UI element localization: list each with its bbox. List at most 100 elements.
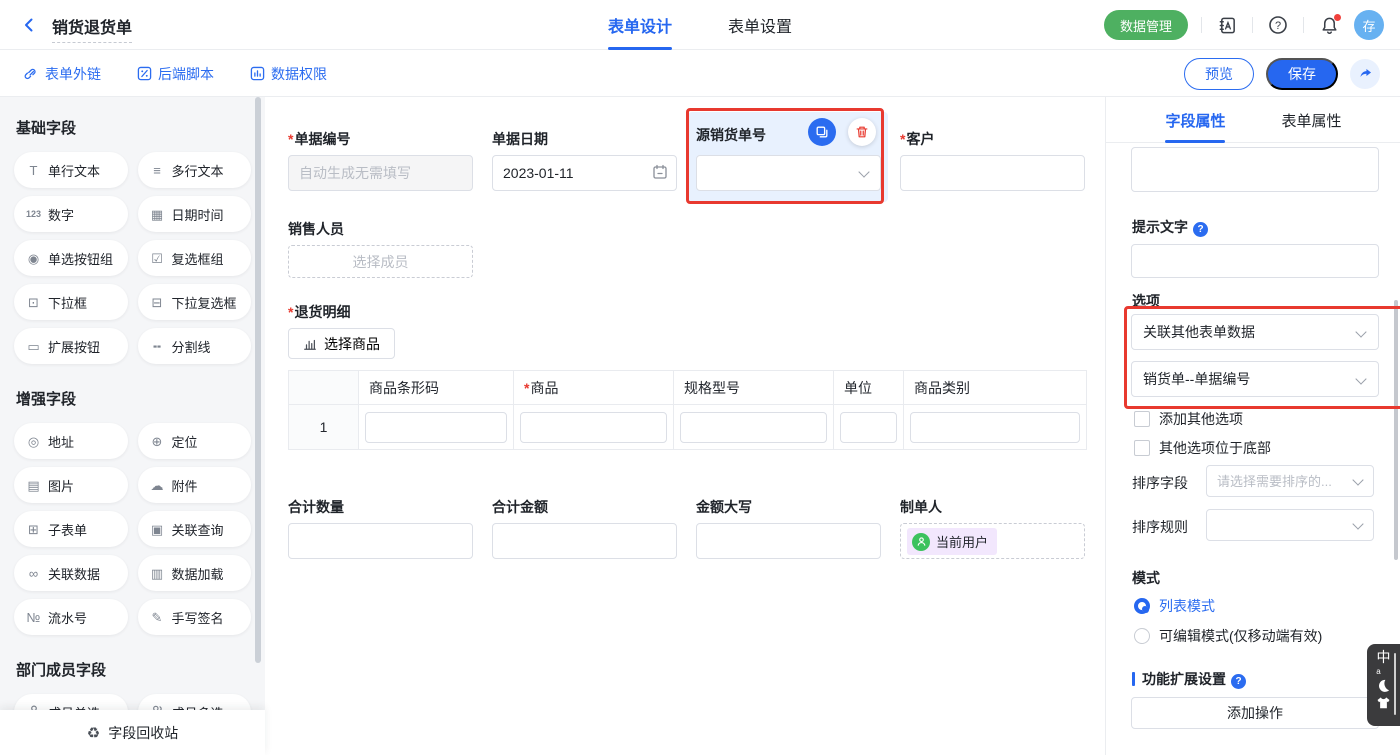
field-pill-serial-number[interactable]: №流水号	[14, 599, 128, 635]
field-pill-image[interactable]: ▤图片	[14, 467, 128, 503]
sort-rule-select[interactable]	[1206, 509, 1374, 541]
doc-number-input[interactable]	[288, 155, 473, 191]
field-pill-radio-group[interactable]: ◉单选按钮组	[14, 240, 128, 276]
back-icon[interactable]	[18, 14, 40, 36]
field-customer: *客户	[900, 129, 1085, 191]
tab-form-settings[interactable]: 表单设置	[728, 0, 792, 50]
field-salesperson: 销售人员 选择成员	[288, 219, 473, 278]
translate-sub-icon[interactable]: a	[1376, 668, 1380, 675]
help-icon[interactable]: ?	[1266, 13, 1290, 37]
select-product-button[interactable]: 选择商品	[288, 328, 395, 359]
field-pill-multi-dropdown[interactable]: ⊟下拉复选框	[138, 284, 252, 320]
radio-selected-icon	[1134, 598, 1150, 614]
dropdown-icon: ⊡	[26, 296, 41, 309]
copy-field-button[interactable]	[808, 118, 836, 146]
notification-bell-icon[interactable]	[1317, 13, 1341, 37]
field-pill-datetime[interactable]: ▦日期时间	[138, 196, 252, 232]
sort-field-select[interactable]	[1206, 465, 1374, 497]
subform-icon: ⊞	[26, 523, 41, 536]
share-button[interactable]	[1350, 59, 1380, 89]
field-creator: 制单人 当前用户	[900, 497, 1085, 559]
amount-words-input[interactable]	[696, 523, 881, 559]
field-total-amount: 合计金额	[492, 497, 677, 559]
field-recycle-bin[interactable]: ♻ 字段回收站	[0, 710, 265, 755]
help-icon[interactable]: ?	[1231, 674, 1246, 689]
field-pill-signature[interactable]: ✎手写签名	[138, 599, 252, 635]
add-action-button[interactable]: 添加操作	[1131, 697, 1379, 729]
save-button[interactable]: 保存	[1266, 58, 1338, 90]
radio-icon	[1134, 628, 1150, 644]
avatar[interactable]: 存	[1354, 10, 1384, 40]
field-pill-multi-line-text[interactable]: ≡多行文本	[138, 152, 252, 188]
field-pill-address[interactable]: ◎地址	[14, 423, 128, 459]
radio-editable-mode[interactable]: 可编辑模式(仅移动端有效)	[1134, 626, 1322, 646]
backend-script-button[interactable]: 后端脚本	[137, 64, 214, 84]
table-row: 1	[289, 405, 1087, 450]
field-pill-subform[interactable]: ⊞子表单	[14, 511, 128, 547]
field-pill-geolocation[interactable]: ⊕定位	[138, 423, 252, 459]
hint-text-input[interactable]	[1131, 244, 1379, 278]
theme-shirt-icon[interactable]	[1376, 696, 1391, 710]
field-pill-data-load[interactable]: ▥数据加载	[138, 555, 252, 591]
external-link-button[interactable]: 表单外链	[24, 64, 101, 84]
field-label: *退货明细	[288, 302, 1098, 322]
field-pill-checkbox-group[interactable]: ☑复选框组	[138, 240, 252, 276]
link-icon: ∞	[26, 567, 41, 580]
field-label: 合计金额	[492, 497, 677, 517]
help-icon[interactable]: ?	[1193, 222, 1208, 237]
divider	[1201, 17, 1202, 33]
address-book-icon[interactable]	[1215, 13, 1239, 37]
field-pill-linked-data[interactable]: ∞关联数据	[14, 555, 128, 591]
checkbox-add-other-option[interactable]: 添加其他选项	[1134, 409, 1243, 429]
field-pill-attachment[interactable]: ☁附件	[138, 467, 252, 503]
field-label: *单据编号	[288, 129, 473, 149]
tab-form-design[interactable]: 表单设计	[608, 0, 672, 50]
cloud-upload-icon: ☁	[150, 479, 165, 492]
barcode-cell-input[interactable]	[365, 412, 507, 443]
field-pill-linked-query[interactable]: ▣关联查询	[138, 511, 252, 547]
translate-icon[interactable]: 中	[1377, 650, 1391, 665]
total-qty-input[interactable]	[288, 523, 473, 559]
field-pill-number[interactable]: 123数字	[14, 196, 128, 232]
product-cell-input[interactable]	[520, 412, 667, 443]
unit-cell-input[interactable]	[840, 412, 897, 443]
tab-form-properties[interactable]: 表单属性	[1282, 97, 1342, 143]
field-label: 金额大写	[696, 497, 881, 517]
tab-field-properties[interactable]: 字段属性	[1165, 97, 1225, 143]
panel-scrollbar-thumb[interactable]	[1394, 300, 1398, 560]
number-icon: 123	[26, 210, 41, 219]
spec-cell-input[interactable]	[680, 412, 827, 443]
pen-icon: ✎	[150, 611, 165, 624]
image-icon: ▤	[26, 479, 41, 492]
radio-list-mode[interactable]: 列表模式	[1134, 596, 1215, 616]
sidebar-scrollbar-thumb[interactable]	[255, 97, 261, 663]
field-source-order-selected[interactable]: 源销货单号	[688, 112, 888, 202]
chevron-down-icon	[1355, 326, 1366, 337]
panel-top-input[interactable]	[1131, 147, 1379, 192]
delete-field-button[interactable]	[848, 118, 876, 146]
customer-input[interactable]	[900, 155, 1085, 191]
field-pill-divider[interactable]: ╍分割线	[138, 328, 252, 364]
field-pill-single-line-text[interactable]: T单行文本	[14, 152, 128, 188]
user-icon	[912, 533, 930, 551]
recycle-icon: ♻	[87, 724, 100, 742]
source-order-select[interactable]	[696, 155, 881, 191]
data-permission-button[interactable]: 数据权限	[250, 64, 327, 84]
field-pill-extend-button[interactable]: ▭扩展按钮	[14, 328, 128, 364]
select-member-box[interactable]: 选择成员	[288, 245, 473, 278]
page-title[interactable]: 销货退货单	[52, 14, 132, 43]
hint-text-label: 提示文字?	[1132, 217, 1208, 237]
creator-box[interactable]: 当前用户	[900, 523, 1085, 559]
doc-date-input[interactable]	[492, 155, 677, 191]
dark-mode-icon[interactable]	[1376, 678, 1391, 693]
data-manage-button[interactable]: 数据管理	[1104, 10, 1188, 40]
option-type-select[interactable]: 关联其他表单数据	[1131, 314, 1379, 350]
chevron-down-icon	[858, 166, 869, 177]
preview-button[interactable]: 预览	[1184, 58, 1254, 90]
svg-text:?: ?	[1275, 20, 1281, 32]
total-amount-input[interactable]	[492, 523, 677, 559]
field-pill-dropdown[interactable]: ⊡下拉框	[14, 284, 128, 320]
option-source-select[interactable]: 销货单--单据编号	[1131, 361, 1379, 397]
checkbox-other-option-bottom[interactable]: 其他选项位于底部	[1134, 438, 1271, 458]
category-cell-input[interactable]	[910, 412, 1080, 443]
